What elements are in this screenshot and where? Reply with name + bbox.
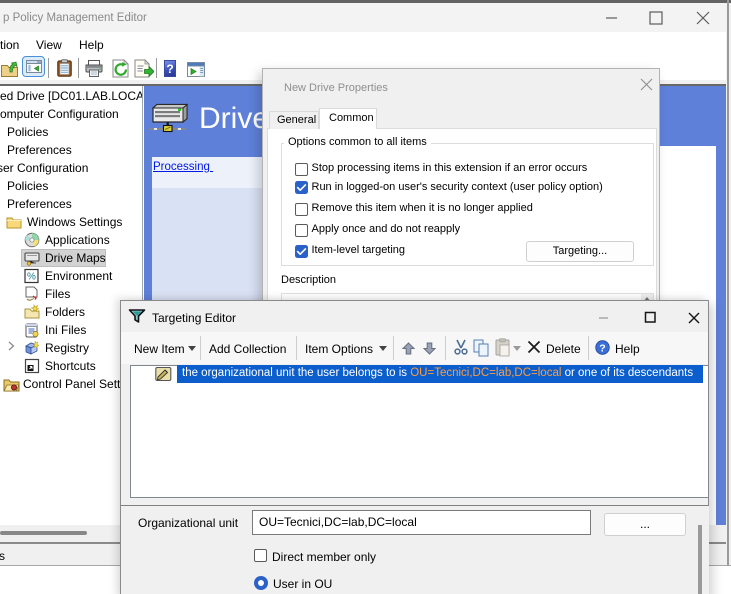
svg-text:?: ? xyxy=(599,343,605,355)
svg-text:%: % xyxy=(27,272,36,283)
